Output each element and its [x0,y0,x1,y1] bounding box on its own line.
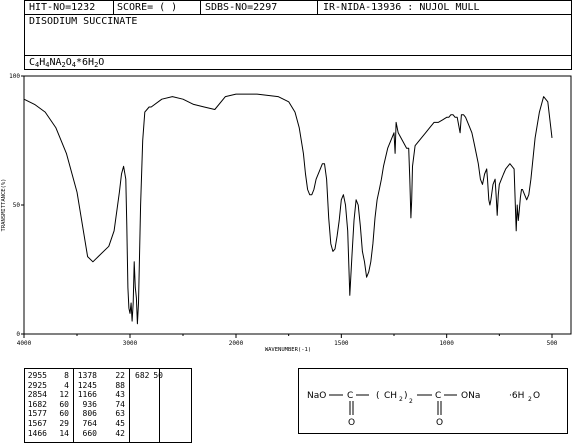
peak-wavenumber: 806 [82,409,97,419]
peak-row: 1166 43 [77,390,125,400]
peak-wavenumber: 660 [82,428,97,438]
peak-wavenumber: 1378 [77,371,97,380]
peak-row: 1378 22 [77,371,125,381]
y-tick-label: 0 [16,331,20,338]
peak-row: 1577 60 [27,409,69,419]
hit-number: HIT-NO=1232 [29,2,96,13]
plot-frame [23,75,572,335]
peak-wavenumber: 936 [82,399,97,409]
x-tick-label: 4000 [17,340,32,347]
peak-transmittance: 22 [115,371,125,380]
peak-row: 660 42 [77,429,125,439]
x-tick-label: 2000 [229,340,244,347]
peak-transmittance: 42 [115,428,125,438]
peak-transmittance: 14 [59,428,69,438]
measurement-method: IR-NIDA-13936 : NUJOL MULL [323,2,480,13]
peak-row: 1567 29 [27,419,69,429]
peak-transmittance: 8 [64,371,69,380]
header-box: HIT-NO=1232 SCORE= ( ) SDBS-NO=2297 IR-N… [24,0,572,70]
x-tick-label: 1000 [439,340,454,347]
peak-transmittance: 45 [115,418,125,428]
peak-row: 2955 8 [27,371,69,381]
formula-symbol: *6H [76,57,95,68]
peak-wavenumber: 682 [135,371,150,380]
peak-transmittance: 63 [115,409,125,419]
peak-wavenumber: 1466 [27,428,47,438]
structure-o2: O [436,418,443,428]
structure-water-o: O [533,391,540,401]
structure-ch-sub: 2 [399,396,403,403]
structure-c2: C [435,391,441,401]
peak-wavenumber: 2854 [27,390,47,400]
sdbs-number: SDBS-NO=2297 [205,2,278,13]
structure-water-sub: 2 [528,396,532,403]
x-tick-label: 500 [547,340,558,347]
peak-wavenumber: 1577 [27,409,47,419]
peak-row: 1245 88 [77,381,125,391]
peak-transmittance: 60 [59,399,69,409]
structure-water: ·6H [509,391,524,401]
ir-spectrum-chart: 4000 3000 2000 1500 1000 500 0 50 100 WAVENUMBER(… [1,73,572,353]
compound-name: DISODIUM SUCCINATE [29,16,138,27]
peak-row: 1682 60 [27,400,69,410]
y-tick-label: 50 [13,202,21,209]
peak-row: 764 45 [77,419,125,429]
peak-wavenumber: 764 [82,418,97,428]
chemical-structure: NaO C O ( CH 2 ) 2 C O ONa ·6H 2 O [307,391,540,428]
peak-row: 2925 4 [27,381,69,391]
peak-table: 2955 8 2925 4 2854 12 1682 60 1577 60 1567 29 1466 14… [24,368,192,443]
formula-symbol: NA [49,57,62,68]
structure-ona: ONa [461,391,480,401]
peak-transmittance: 74 [115,399,125,409]
peak-wavenumber: 2955 [27,371,47,380]
peak-transmittance: 60 [59,409,69,419]
y-tick-label: 100 [9,73,20,80]
peak-transmittance: 12 [59,390,69,400]
x-tick-label: 1500 [334,340,349,347]
x-tick-label: 3000 [123,340,138,347]
structure-c1: C [347,391,353,401]
formula-symbol: O [98,57,105,68]
peak-row: 1466 14 [27,429,69,439]
x-axis-label: WAVENUMBER(-1) [265,347,311,353]
structure-n: 2 [409,398,413,405]
peak-row: 2854 12 [27,390,69,400]
spectrum-line [23,93,553,325]
peak-transmittance: 43 [115,390,125,400]
structure-ch: CH [384,391,397,401]
peak-wavenumber: 1567 [27,418,47,428]
peak-wavenumber: 2925 [27,380,47,390]
score: SCORE= ( ) [117,2,178,13]
y-axis-label: TRANSMITTANCE(%) [1,179,7,232]
molecular-formula: C4H4NA2O4*6H2O [29,56,329,70]
structure-box: NaO C O ( CH 2 ) 2 C O ONa ·6H 2 O [298,368,568,434]
structure-paren-open: ( [376,391,380,401]
peak-column-1: 2955 8 2925 4 2854 12 1682 60 1577 60 1567 29 1466 14 [27,371,69,438]
structure-nao: NaO [307,391,326,401]
peak-wavenumber: 1245 [77,380,97,390]
structure-paren-close: ) [404,391,408,401]
peak-column-2: 1378 22 1245 88 1166 43 936 74 806 63 764 45 660 42 [77,371,125,438]
peak-row: 936 74 [77,400,125,410]
peak-wavenumber: 1166 [77,390,97,400]
peak-wavenumber: 1682 [27,399,47,409]
structure-o1: O [348,418,355,428]
peak-row: 806 63 [77,409,125,419]
peak-transmittance: 4 [64,380,69,390]
peak-transmittance: 88 [115,380,125,390]
peak-transmittance: 50 [153,371,163,380]
peak-transmittance: 29 [59,418,69,428]
